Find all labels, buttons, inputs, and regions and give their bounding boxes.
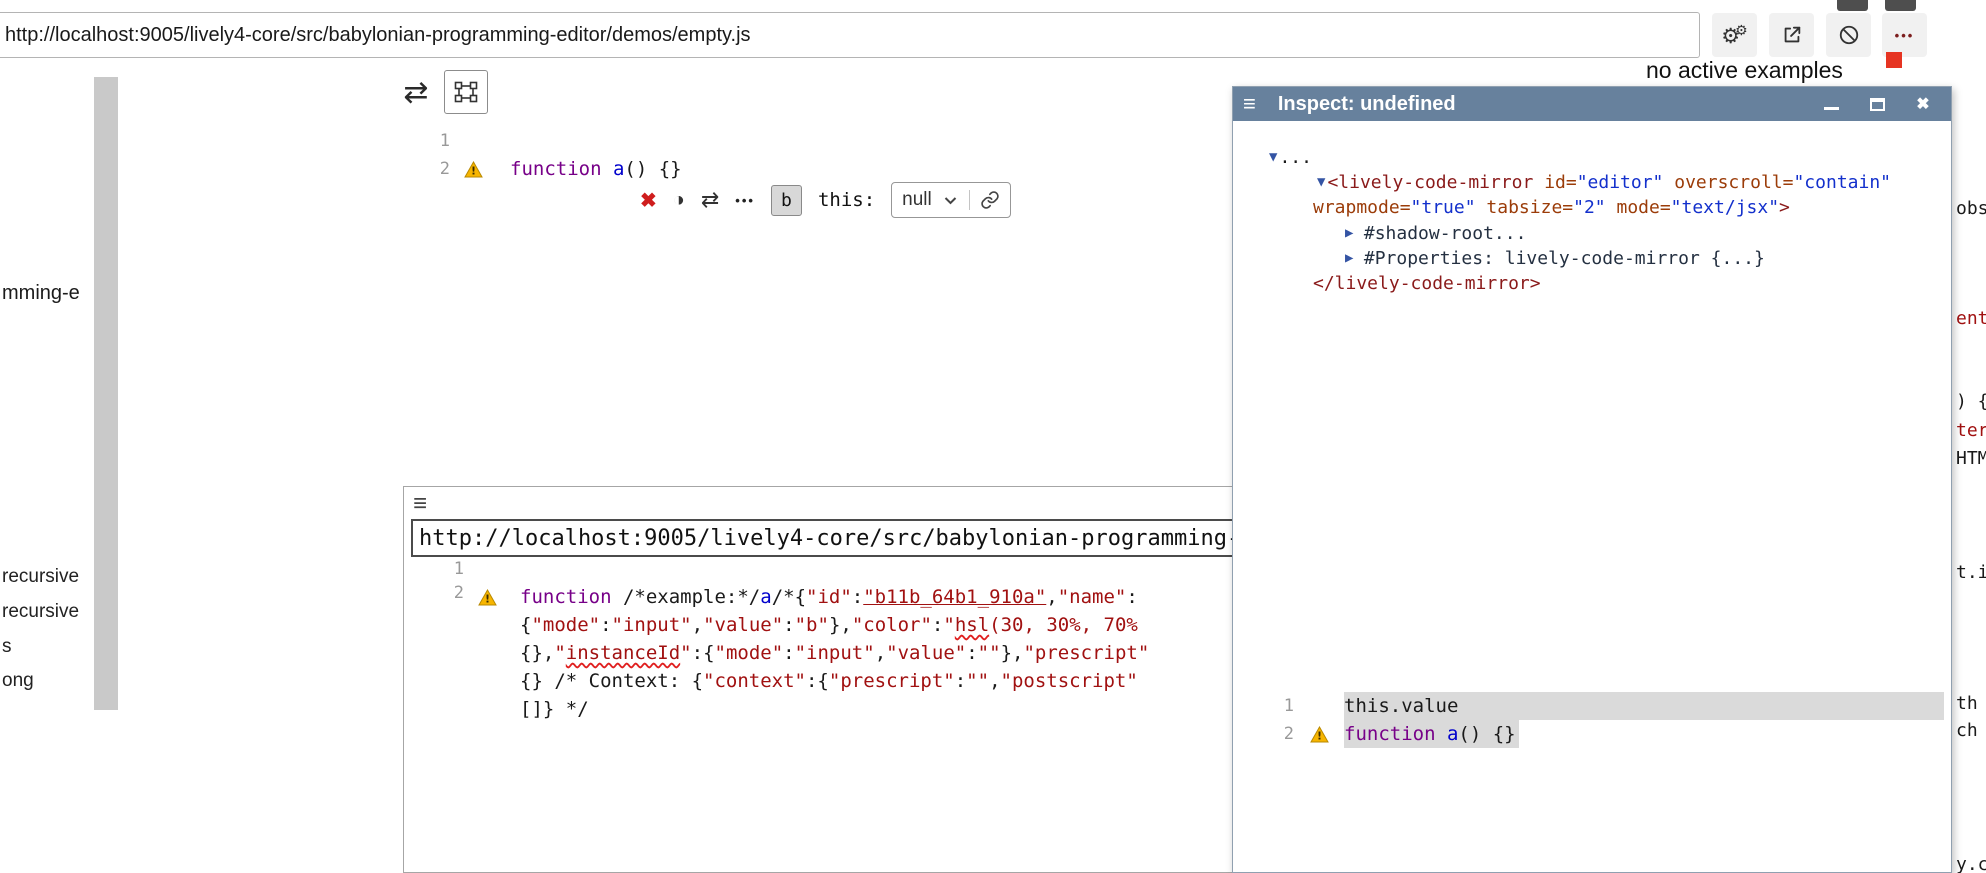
left-panel-fragment: mming-e — [2, 282, 80, 305]
inspector-mini-editor[interactable]: 1 this.value 2 ! function a() {} — [1272, 692, 1944, 748]
line-number: 2 — [1272, 724, 1300, 744]
block-button[interactable] — [1826, 13, 1871, 57]
open-external-button[interactable] — [1769, 13, 1814, 57]
left-panel-fragment: s — [2, 636, 12, 658]
probe-this-label: this: — [818, 189, 875, 211]
maximize-icon — [1870, 98, 1885, 111]
minimize-button[interactable] — [1821, 94, 1841, 114]
svg-text:!: ! — [470, 164, 475, 177]
right-edge-fragment: ch — [1956, 720, 1978, 741]
tree-row[interactable]: wrapmode="true" tabsize="2" mode="text/j… — [1313, 195, 1790, 220]
warning-icon[interactable]: ! — [470, 583, 504, 611]
left-scrollbar[interactable] — [94, 77, 118, 710]
dropdown-value: null — [902, 189, 932, 211]
code-line: {},"instanceId":{"mode":"input","value":… — [520, 639, 1149, 667]
no-active-examples-label: no active examples — [1646, 57, 1843, 84]
tree-row[interactable]: </lively-code-mirror> — [1313, 271, 1541, 296]
probe-toggle-icon[interactable]: ◑ — [673, 189, 685, 212]
chevron-down-icon — [944, 196, 957, 205]
right-edge-fragment: ter — [1956, 420, 1986, 441]
code-line: function a() {} — [1344, 720, 1519, 748]
line-number: 1 — [400, 131, 456, 151]
line-number: 1 — [1272, 696, 1300, 716]
probe-value-dropdown[interactable]: null — [891, 182, 1011, 218]
warning-icon[interactable]: ! — [456, 161, 490, 178]
left-panel-fragment: recursive — [2, 566, 79, 588]
url-bar[interactable]: http://localhost:9005/lively4-core/src/b… — [0, 12, 1700, 58]
code-block: function /*example:*/a/*{"id":"b11b_64b1… — [512, 583, 1149, 723]
tree-row[interactable]: ▼<lively-code-mirror id="editor" overscr… — [1317, 170, 1891, 195]
external-link-icon — [1781, 24, 1803, 46]
right-edge-fragment: th — [1956, 693, 1978, 714]
svg-text:!: ! — [484, 592, 489, 605]
right-edge-fragment: ) { — [1956, 391, 1986, 412]
main-editor[interactable]: 1 2 ! function a() {} — [400, 127, 1160, 183]
hamburger-icon[interactable]: ≡ — [1243, 91, 1256, 117]
code-line: {"mode":"input","value":"b"},"color":"hs… — [520, 611, 1149, 639]
inspector-title: Inspect: undefined — [1278, 93, 1456, 116]
window-controls: ✖ — [1821, 94, 1933, 114]
left-panel-fragment: recursive — [2, 601, 79, 623]
close-button[interactable]: ✖ — [1913, 94, 1933, 114]
probe-example-button[interactable]: b — [771, 185, 802, 216]
tree-row[interactable]: ▶ #Properties: lively-code-mirror {...} — [1345, 246, 1765, 271]
right-edge-fragment: HTM — [1956, 448, 1986, 469]
more-button[interactable]: ••• — [1882, 13, 1927, 57]
line-number: 2 — [404, 583, 470, 603]
block-icon — [1838, 24, 1860, 46]
selection-box-icon — [453, 79, 479, 105]
right-edge-fragment: obs — [1956, 198, 1986, 219]
right-edge-fragment: t.i — [1956, 562, 1986, 583]
link-icon[interactable] — [969, 190, 1000, 210]
inspector-window: ≡ Inspect: undefined ✖ ▼... ▼<lively-cod… — [1232, 86, 1952, 873]
code-line: function /*example:*/a/*{"id":"b11b_64b1… — [520, 583, 1149, 611]
editor-line: 2 ! function a() {} — [1272, 720, 1944, 748]
line-number: 2 — [400, 159, 456, 179]
probe-delete-icon[interactable]: ✖ — [640, 188, 657, 213]
settings-button[interactable]: ⚙⚙ — [1712, 13, 1757, 57]
ellipsis-icon: ••• — [1895, 28, 1915, 43]
code-line: function a() {} — [510, 155, 682, 183]
select-element-button[interactable] — [444, 70, 488, 114]
line-number: 1 — [404, 559, 470, 579]
gears-icon: ⚙⚙ — [1721, 22, 1747, 49]
warning-icon[interactable]: ! — [1300, 726, 1338, 743]
window-control-minimize[interactable] — [1837, 0, 1868, 11]
code-line: []} */ — [520, 695, 1149, 723]
probe-swap-icon[interactable]: ⇄ — [701, 187, 719, 213]
minimize-icon — [1824, 107, 1839, 110]
probe-more-icon[interactable]: ••• — [735, 193, 755, 208]
code-line: this.value — [1344, 692, 1944, 720]
window-control-maximize[interactable] — [1885, 0, 1916, 11]
maximize-button[interactable] — [1867, 94, 1887, 114]
error-badge — [1886, 52, 1902, 68]
swap-arrows-icon: ⇄ — [403, 75, 428, 110]
editor-line: 1 — [400, 127, 1160, 155]
editor-line: 2 ! function a() {} — [400, 155, 1160, 183]
tree-row[interactable]: ▶ #shadow-root... — [1345, 221, 1526, 246]
right-edge-fragment: ent — [1956, 308, 1986, 329]
right-edge-fragment: y.c — [1956, 854, 1986, 873]
swap-connections-button[interactable]: ⇄ — [396, 72, 436, 112]
inspector-titlebar[interactable]: ≡ Inspect: undefined ✖ — [1233, 87, 1951, 121]
code-line: {} /* Context: {"context":{"prescript":"… — [520, 667, 1149, 695]
pane-menu-icon[interactable]: ≡ — [413, 490, 427, 518]
editor-line: 1 this.value — [1272, 692, 1944, 720]
svg-text:!: ! — [1316, 729, 1321, 742]
probe-widget: ✖ ◑ ⇄ ••• b this: null — [640, 181, 1011, 219]
tree-row[interactable]: ▼... — [1269, 145, 1312, 170]
left-panel-fragment: ong — [2, 670, 34, 692]
